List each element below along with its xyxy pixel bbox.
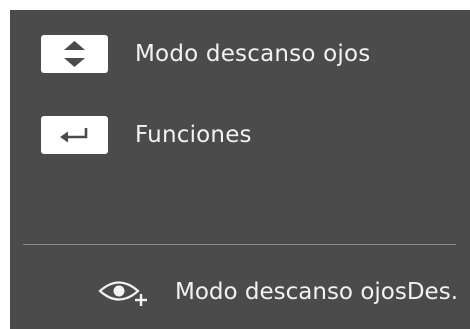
status-eye-saver-mode: Modo descanso ojos Des. — [97, 275, 458, 309]
status-label: Modo descanso ojos — [175, 279, 407, 305]
enter-return-icon — [41, 116, 108, 154]
eye-plus-icon — [97, 275, 163, 309]
up-down-arrows-icon — [41, 35, 108, 73]
menu-item-label: Modo descanso ojos — [135, 41, 371, 67]
menu-item-label: Funciones — [135, 122, 252, 148]
menu-item-eye-saver-mode[interactable]: Modo descanso ojos — [41, 35, 370, 73]
status-value: Des. — [406, 279, 458, 305]
osd-panel: Modo descanso ojos Funciones Modo descan… — [10, 10, 470, 329]
menu-item-functions[interactable]: Funciones — [41, 116, 252, 154]
divider — [23, 244, 456, 245]
status-text: Modo descanso ojos Des. — [175, 279, 458, 305]
